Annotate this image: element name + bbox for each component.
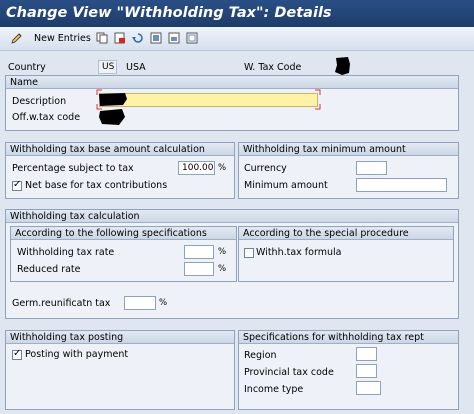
provincial-tax-code-field[interactable] — [356, 364, 377, 378]
region-label: Region — [244, 350, 277, 361]
posting-with-payment-label: Posting with payment — [25, 349, 129, 360]
percent-sign: % — [218, 264, 227, 274]
description-label: Description — [12, 96, 67, 107]
tax-posting-group: Withholding tax posting — [5, 330, 235, 410]
currency-label: Currency — [244, 163, 287, 174]
window-title: Change View "Withholding Tax": Details — [0, 0, 474, 27]
withh-tax-formula-checkbox[interactable] — [244, 248, 254, 258]
country-code-field[interactable]: US — [98, 60, 117, 74]
select-block-icon[interactable] — [168, 32, 180, 44]
income-type-label: Income type — [244, 384, 304, 395]
income-type-field[interactable] — [356, 381, 381, 395]
minimum-amount-label: Minimum amount — [244, 180, 328, 191]
reduced-rate-label: Reduced rate — [17, 264, 81, 275]
redacted-mark — [335, 57, 350, 75]
special-procedure-subgroup-title: According to the special procedure — [239, 227, 453, 240]
percentage-subject-field[interactable]: 100.00 — [178, 161, 215, 175]
net-base-label: Net base for tax contributions — [25, 180, 168, 191]
offw-tax-code-label: Off.w.tax code — [12, 112, 81, 123]
undo-icon[interactable] — [132, 32, 144, 44]
provincial-tax-code-label: Provincial tax code — [244, 367, 334, 378]
reduced-rate-field[interactable] — [184, 262, 214, 276]
tax-calculation-group-title: Withholding tax calculation — [6, 210, 458, 223]
percentage-subject-label: Percentage subject to tax — [12, 163, 134, 174]
deselect-icon[interactable] — [186, 32, 198, 44]
withholding-tax-rate-label: Withholding tax rate — [17, 247, 115, 258]
percent-sign: % — [218, 163, 227, 173]
checkmark-icon: ✓ — [13, 348, 22, 359]
delete-icon[interactable] — [114, 32, 126, 44]
copy-icon[interactable] — [96, 32, 108, 44]
tax-posting-group-title: Withholding tax posting — [6, 331, 234, 344]
name-group-title: Name — [6, 76, 458, 89]
wtax-code-label: W. Tax Code — [244, 62, 302, 73]
pencil-icon[interactable] — [11, 32, 23, 44]
new-entries-button[interactable]: New Entries — [34, 33, 91, 44]
posting-with-payment-checkbox[interactable]: ✓ — [12, 348, 22, 360]
select-all-icon[interactable] — [150, 32, 162, 44]
currency-field[interactable] — [356, 161, 387, 175]
base-amount-group-title: Withholding tax base amount calculation — [6, 143, 234, 156]
net-base-checkbox[interactable]: ✓ — [12, 179, 22, 191]
country-name: USA — [126, 62, 146, 73]
withh-tax-formula-label: Withh.tax formula — [256, 247, 342, 258]
minimum-amount-group-title: Withholding tax minimum amount — [239, 143, 458, 156]
country-label: Country — [8, 62, 46, 73]
minimum-amount-field[interactable] — [356, 178, 447, 192]
field-corner-marks — [315, 89, 321, 110]
percent-sign: % — [159, 298, 168, 308]
description-field[interactable] — [99, 93, 318, 107]
field-corner-marks — [96, 89, 102, 110]
germ-reunification-field[interactable] — [124, 296, 156, 310]
specifications-subgroup-title: According to the following specification… — [11, 227, 236, 240]
application-toolbar: New Entries — [0, 27, 474, 51]
withholding-tax-rate-field[interactable] — [184, 245, 214, 259]
region-field[interactable] — [356, 347, 377, 361]
checkmark-icon: ✓ — [13, 179, 22, 190]
percent-sign: % — [218, 247, 227, 257]
report-specifications-group-title: Specifications for withholding tax rept — [239, 331, 458, 344]
germ-reunification-label: Germ.reunificatn tax — [12, 298, 111, 309]
